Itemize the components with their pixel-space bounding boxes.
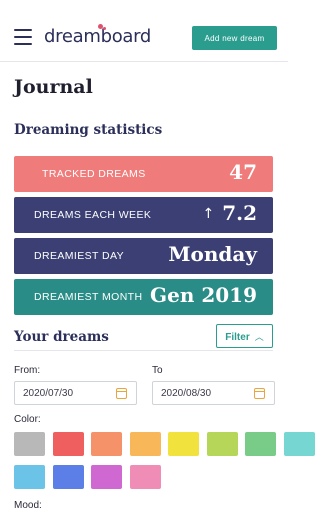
color-swatch[interactable]	[91, 432, 122, 456]
calendar-icon[interactable]	[254, 388, 265, 399]
dreams-section-title: Your dreams	[14, 329, 109, 345]
chevron-up-icon: ︿	[254, 331, 264, 342]
stat-label: TRACKED DREAMS	[42, 168, 146, 180]
stat-card-dreams-each-week: DREAMS EACH WEEK ↑ 7.2	[14, 197, 273, 233]
page-title: Journal	[14, 76, 93, 98]
to-date-value: 2020/08/30	[161, 388, 212, 399]
calendar-icon[interactable]	[116, 388, 127, 399]
stat-card-tracked-dreams: TRACKED DREAMS 47	[14, 156, 273, 192]
stat-value: Gen 2019	[150, 283, 257, 307]
app-logo[interactable]: dreamboard	[44, 27, 151, 47]
to-label: To	[152, 365, 163, 376]
stat-card-dreamiest-month: DREAMIEST MONTH Gen 2019	[14, 279, 273, 315]
color-swatch[interactable]	[283, 432, 315, 456]
stat-label: DREAMS EACH WEEK	[34, 209, 152, 221]
from-date-value: 2020/07/30	[23, 388, 74, 399]
color-label: Color:	[14, 414, 41, 425]
color-swatch[interactable]	[129, 465, 161, 489]
top-bar: dreamboard Add new dream	[0, 0, 288, 62]
stat-value: 7.2	[222, 201, 257, 225]
color-swatch[interactable]	[14, 432, 45, 456]
stat-value: 47	[229, 160, 257, 184]
color-swatch[interactable]	[14, 465, 45, 489]
color-swatch[interactable]	[52, 465, 84, 489]
trend-up-icon: ↑	[202, 206, 215, 222]
stat-value: Monday	[168, 242, 257, 266]
filter-button[interactable]: Filter ︿	[216, 324, 273, 348]
stat-card-dreamiest-day: DREAMIEST DAY Monday	[14, 238, 273, 274]
color-swatch[interactable]	[245, 432, 276, 456]
from-date-input[interactable]: 2020/07/30	[14, 381, 137, 405]
menu-icon[interactable]	[14, 29, 32, 45]
section-divider	[14, 350, 273, 351]
color-swatch[interactable]	[91, 465, 122, 489]
color-swatch[interactable]	[129, 432, 161, 456]
color-swatch[interactable]	[52, 432, 84, 456]
to-date-input[interactable]: 2020/08/30	[152, 381, 275, 405]
stats-section-title: Dreaming statistics	[14, 122, 163, 138]
filter-label: Filter	[225, 331, 250, 343]
stat-value-wrap: ↑ 7.2	[202, 201, 257, 225]
add-new-dream-button[interactable]: Add new dream	[192, 26, 277, 50]
stat-label: DREAMIEST DAY	[34, 250, 124, 262]
color-swatch[interactable]	[206, 432, 238, 456]
logo-accent-dot-small	[103, 27, 106, 30]
stat-label: DREAMIEST MONTH	[34, 291, 143, 303]
mood-label: Mood:	[14, 500, 42, 511]
color-swatch[interactable]	[168, 432, 199, 456]
from-label: From:	[14, 365, 41, 376]
